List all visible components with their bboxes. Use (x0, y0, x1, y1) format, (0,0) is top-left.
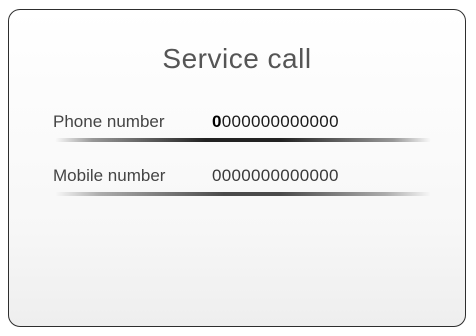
phone-number-cursor-digit: 0 (212, 112, 222, 131)
phone-number-value[interactable]: 0000000000000 (212, 112, 339, 132)
phone-number-remaining-digits: 000000000000 (221, 112, 339, 131)
dialog-title: Service call (162, 43, 312, 74)
mobile-number-underline (55, 192, 431, 196)
phone-number-label: Phone number (53, 112, 165, 131)
mobile-number-value[interactable]: 0000000000000 (212, 166, 339, 186)
service-call-dialog: Service call Phone number 0000000000000 … (8, 9, 466, 327)
mobile-number-label: Mobile number (53, 166, 166, 185)
phone-number-underline (55, 138, 431, 142)
mobile-number-field[interactable]: Mobile number 0000000000000 (53, 162, 433, 202)
phone-number-field[interactable]: Phone number 0000000000000 (53, 108, 433, 148)
